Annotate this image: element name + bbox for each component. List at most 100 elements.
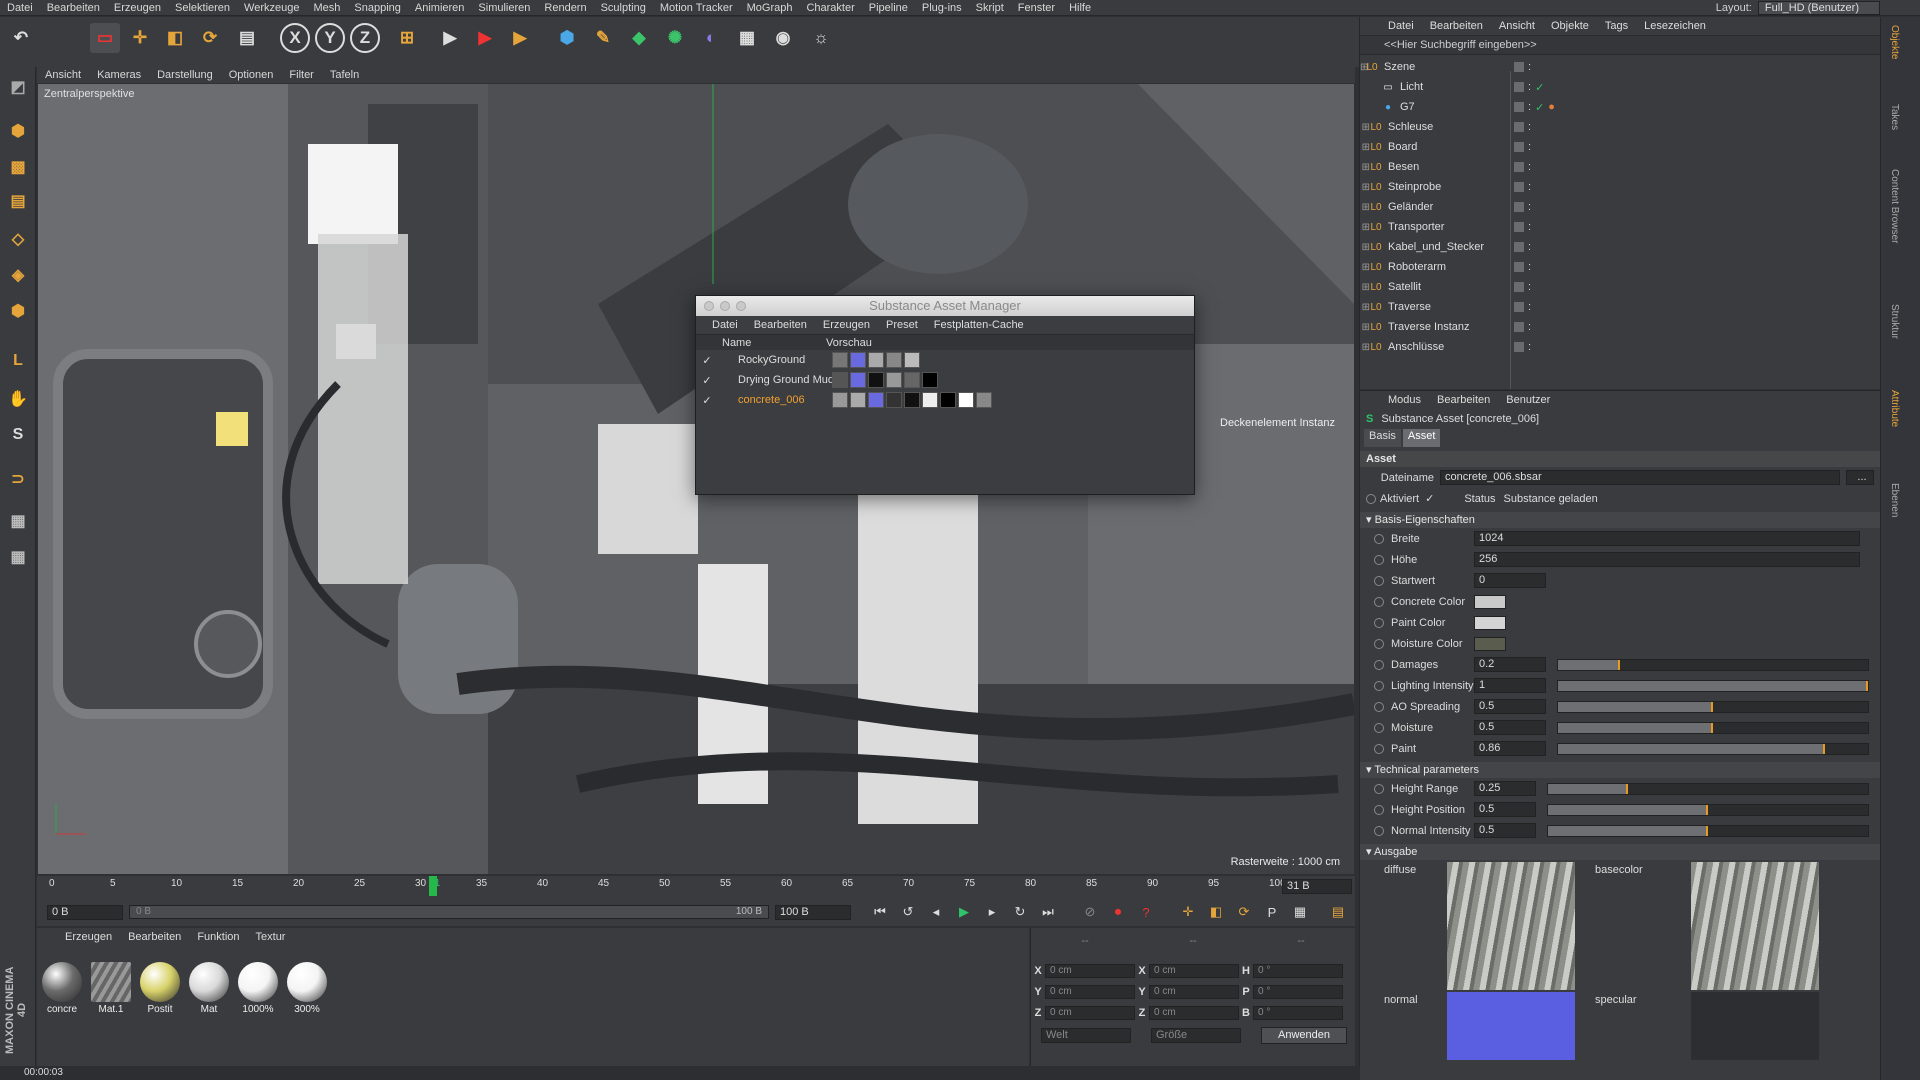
group-basis[interactable]: ▾ Basis-Eigenschaften [1360, 512, 1880, 528]
layer-flag[interactable] [1514, 102, 1524, 112]
render-picture-viewer-icon[interactable]: ▶ [470, 23, 500, 53]
height-dropdown[interactable]: 256 [1474, 552, 1860, 567]
close-dot-icon[interactable] [704, 301, 714, 311]
layer-flag[interactable] [1514, 82, 1524, 92]
layer-flag[interactable] [1514, 202, 1524, 212]
expand-icon[interactable]: ⊞ [1360, 322, 1370, 333]
autokey-icon[interactable]: ? [1135, 902, 1157, 922]
magnet-icon[interactable]: ⊃ [4, 465, 32, 493]
object-row[interactable]: ⊞ L0 Szene: [1360, 57, 1880, 77]
make-editable-icon[interactable]: ◩ [4, 73, 32, 101]
select-tool-icon[interactable]: ▭ [90, 23, 120, 53]
animate-dot[interactable] [1374, 596, 1384, 607]
object-row[interactable]: ⊞ L0 Geländer: [1360, 197, 1880, 217]
z-axis-lock-icon[interactable]: Z [350, 23, 380, 53]
diffuse-thumbnail[interactable] [1447, 862, 1575, 990]
zoom-dot-icon[interactable] [736, 301, 746, 311]
param-value-field[interactable]: 0.2 [1474, 657, 1546, 672]
layer-flag[interactable] [1514, 122, 1524, 132]
normal-thumbnail[interactable] [1447, 992, 1575, 1060]
edges-mode-icon[interactable]: ◈ [4, 261, 32, 289]
animate-dot[interactable] [1374, 575, 1384, 586]
menu-skript[interactable]: Skript [969, 2, 1011, 14]
step-forward-icon[interactable]: ▸ [981, 902, 1003, 922]
model-mode-icon[interactable]: ⬢ [4, 117, 32, 145]
tweak-mode-icon[interactable]: ✋ [4, 385, 32, 413]
layer-flag[interactable] [1514, 262, 1524, 272]
expand-icon[interactable]: ⊞ [1360, 202, 1370, 213]
play-icon[interactable]: ▶ [953, 902, 975, 922]
visibility-dots[interactable]: : [1528, 341, 1531, 353]
timeline-settings-icon[interactable]: ▤ [1327, 902, 1349, 922]
layer-flag[interactable] [1514, 142, 1524, 152]
om-menu-ansicht[interactable]: Ansicht [1491, 20, 1543, 32]
viewport-menu-filter[interactable]: Filter [281, 69, 321, 81]
visibility-dots[interactable]: : [1528, 81, 1531, 93]
undo-icon[interactable]: ↶ [6, 23, 36, 53]
right-tab-objekte[interactable]: Objekte [1889, 25, 1900, 59]
material-swatch[interactable]: 1000% [237, 962, 279, 1018]
viewport-menu-kameras[interactable]: Kameras [89, 69, 149, 81]
param-value-field[interactable]: 0.5 [1474, 699, 1546, 714]
material-swatch[interactable]: Mat [188, 962, 230, 1018]
menu-rendern[interactable]: Rendern [537, 2, 593, 14]
end-frame-field[interactable]: 100 B [775, 904, 851, 920]
width-dropdown[interactable]: 1024 [1474, 531, 1860, 546]
animate-dot[interactable] [1374, 701, 1384, 712]
param-slider[interactable] [1557, 658, 1869, 671]
menu-mograph[interactable]: MoGraph [740, 2, 800, 14]
layer-flag[interactable] [1514, 322, 1524, 332]
animate-dot[interactable] [1374, 722, 1384, 733]
visibility-dots[interactable]: : [1528, 241, 1531, 253]
rotation-field[interactable]: 0 ° [1253, 985, 1343, 999]
tab-asset[interactable]: Asset [1402, 429, 1441, 447]
visibility-dots[interactable]: : [1528, 181, 1531, 193]
key-position-icon[interactable]: ✛ [1177, 902, 1199, 922]
layer-flag[interactable] [1514, 222, 1524, 232]
light-icon[interactable]: ☼ [806, 23, 836, 53]
goto-start-icon[interactable]: ⏮ [869, 902, 891, 922]
cube-icon[interactable]: ⬢ [552, 23, 582, 53]
mm-menu-erzeugen[interactable]: Erzeugen [57, 931, 120, 943]
visibility-dots[interactable]: : [1528, 161, 1531, 173]
visibility-dots[interactable]: : [1528, 221, 1531, 233]
mm-menu-bearbeiten[interactable]: Bearbeiten [120, 931, 189, 943]
material-swatch[interactable]: 300% [286, 962, 328, 1018]
asset-checkbox[interactable]: ✓ [696, 374, 718, 387]
expand-icon[interactable]: ⊞ [1360, 342, 1370, 353]
active-checkbox[interactable]: ✓ [1419, 492, 1434, 505]
snapping-icon[interactable]: S [4, 421, 32, 449]
object-row[interactable]: ⊞ L0 Traverse: [1360, 297, 1880, 317]
recent-tools-icon[interactable]: ▤ [232, 23, 262, 53]
animate-dot[interactable] [1374, 825, 1384, 836]
om-menu-bearbeiten[interactable]: Bearbeiten [1422, 20, 1491, 32]
animate-dot[interactable] [1366, 493, 1376, 504]
workplane-icon[interactable]: ▤ [4, 187, 32, 215]
expand-icon[interactable]: ⊞ [1360, 162, 1370, 173]
material-swatch[interactable]: Mat.1 [90, 962, 132, 1018]
expand-icon[interactable]: ⊞ [1360, 282, 1370, 293]
object-row[interactable]: ⊞ L0 Satellit: [1360, 277, 1880, 297]
camera-icon[interactable]: ◉ [768, 23, 798, 53]
target-tag-icon[interactable]: ● [1548, 101, 1555, 113]
expand-icon[interactable]: ⊞ [1360, 262, 1370, 273]
y-axis-lock-icon[interactable]: Y [315, 23, 345, 53]
deformer-icon[interactable]: ◐ [696, 23, 726, 53]
layer-flag[interactable] [1514, 182, 1524, 192]
position-field[interactable]: 0 cm [1045, 964, 1135, 978]
moisture-color-swatch[interactable] [1474, 636, 1506, 651]
tab-basis[interactable]: Basis [1364, 429, 1401, 447]
param-value-field[interactable]: 0.25 [1474, 781, 1536, 796]
enabled-check-icon[interactable]: ✓ [1535, 101, 1544, 114]
expand-icon[interactable]: ⊞ [1360, 222, 1370, 233]
animate-dot[interactable] [1374, 554, 1384, 565]
object-row[interactable]: ● G7: ✓ ● [1360, 97, 1880, 117]
key-parameter-icon[interactable]: P [1261, 902, 1283, 922]
right-tab-ebenen[interactable]: Ebenen [1889, 483, 1900, 517]
param-slider[interactable] [1557, 679, 1869, 692]
param-value-field[interactable]: 0.86 [1474, 741, 1546, 756]
visibility-dots[interactable]: : [1528, 141, 1531, 153]
browse-button[interactable]: ... [1846, 470, 1874, 485]
object-row[interactable]: ⊞ L0 Steinprobe: [1360, 177, 1880, 197]
scale-tool-icon[interactable]: ◧ [160, 23, 190, 53]
